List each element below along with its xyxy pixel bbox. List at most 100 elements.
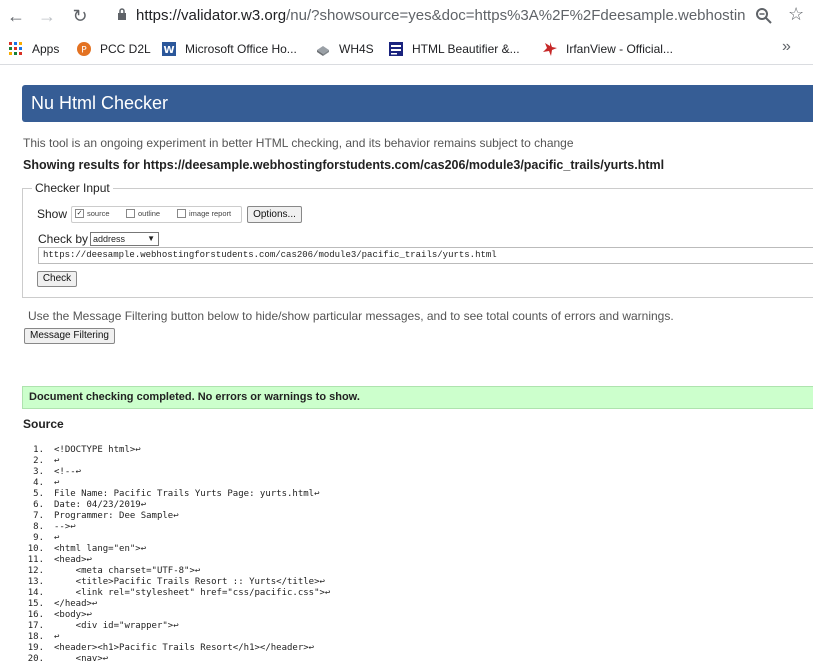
outline-checkbox[interactable] bbox=[126, 209, 135, 218]
success-text: Document checking completed. No errors o… bbox=[29, 391, 360, 403]
line-code: <!DOCTYPE html>↩ bbox=[54, 445, 141, 455]
html-beautifier-icon bbox=[389, 42, 403, 56]
check-by-label: Check by bbox=[38, 232, 89, 246]
source-checkbox[interactable]: ✓ bbox=[75, 209, 84, 218]
line-code: <header><h1>Pacific Trails Resort</h1></… bbox=[54, 643, 315, 653]
check-button[interactable]: Check bbox=[37, 271, 77, 287]
line-code: ↩ bbox=[54, 632, 60, 642]
line-code: <nav>↩ bbox=[54, 654, 109, 664]
filter-note: Use the Message Filtering button below t… bbox=[28, 309, 674, 323]
line-number: 20. bbox=[27, 654, 44, 664]
url-path: /nu/?showsource=yes&doc=https%3A%2F%2Fde… bbox=[286, 7, 746, 24]
line-code: ↩ bbox=[54, 533, 60, 543]
bookmark-html-beautifier[interactable]: HTML Beautifier &... bbox=[388, 40, 520, 58]
line-number: 12. bbox=[27, 566, 44, 576]
irfanview-icon bbox=[543, 42, 557, 56]
bookmark-irfanview[interactable]: IrfanView - Official... bbox=[542, 40, 673, 58]
word-icon: W bbox=[162, 42, 176, 56]
page-header: Nu Html Checker bbox=[22, 85, 813, 122]
line-code: <body>↩ bbox=[54, 610, 92, 620]
forward-icon[interactable]: → bbox=[37, 6, 57, 26]
url-text[interactable]: https://validator.w3.org/nu/?showsource=… bbox=[136, 7, 746, 24]
bookmark-microsoft-office[interactable]: W Microsoft Office Ho... bbox=[161, 40, 297, 58]
image-report-checkbox[interactable] bbox=[177, 209, 186, 218]
source-heading: Source bbox=[23, 417, 64, 431]
line-number: 13. bbox=[27, 577, 44, 587]
pcc-logo-icon: P bbox=[77, 42, 91, 56]
bookmark-label: WH4S bbox=[339, 42, 374, 56]
option-label: outline bbox=[138, 209, 161, 218]
showing-results: Showing results for https://deesample.we… bbox=[23, 158, 665, 172]
check-by-select[interactable]: address ▼ bbox=[90, 232, 159, 246]
url-host: https://validator.w3.org bbox=[136, 7, 287, 24]
success-message: Document checking completed. No errors o… bbox=[22, 386, 813, 409]
line-code: Programmer: Dee Sample↩ bbox=[54, 511, 179, 521]
bookmark-wh4s[interactable]: WH4S bbox=[315, 40, 374, 58]
line-code: <!--↩ bbox=[54, 467, 82, 477]
line-code: <div id="wrapper">↩ bbox=[54, 621, 179, 631]
option-outline[interactable]: outline bbox=[126, 209, 160, 218]
line-number: 6. bbox=[33, 500, 44, 510]
svg-text:P: P bbox=[81, 46, 87, 56]
line-number: 8. bbox=[33, 522, 44, 532]
more-bookmarks-icon[interactable]: » bbox=[782, 38, 791, 56]
bookmark-pcc-d2l[interactable]: P PCC D2L bbox=[76, 40, 151, 58]
dropdown-arrow-icon: ▼ bbox=[147, 234, 155, 243]
line-number: 19. bbox=[27, 643, 44, 653]
message-filtering-button[interactable]: Message Filtering bbox=[24, 328, 115, 344]
reload-icon[interactable]: ↻ bbox=[70, 6, 90, 26]
options-button[interactable]: Options... bbox=[247, 206, 302, 223]
page-title: Nu Html Checker bbox=[31, 93, 169, 113]
line-number: 10. bbox=[27, 544, 44, 554]
line-code: <head>↩ bbox=[54, 555, 92, 565]
line-code: Date: 04/23/2019↩ bbox=[54, 500, 147, 510]
line-code: -->↩ bbox=[54, 522, 76, 532]
line-number: 11. bbox=[27, 555, 44, 565]
line-code: <link rel="stylesheet" href="css/pacific… bbox=[54, 588, 331, 598]
line-number: 4. bbox=[33, 478, 44, 488]
line-number: 9. bbox=[33, 533, 44, 543]
lock-icon bbox=[118, 8, 126, 20]
option-image-report[interactable]: image report bbox=[177, 209, 231, 218]
zoom-icon[interactable] bbox=[755, 7, 773, 25]
line-number: 1. bbox=[33, 445, 44, 455]
line-code: <title>Pacific Trails Resort :: Yurts</t… bbox=[54, 577, 325, 587]
line-code: <html lang="en">↩ bbox=[54, 544, 147, 554]
svg-text:W: W bbox=[163, 45, 174, 56]
bookmarks-bar: Apps P PCC D2L W Microsoft Office Ho... … bbox=[0, 33, 813, 65]
check-by-value: address bbox=[93, 234, 126, 244]
checker-input-legend: Checker Input bbox=[32, 181, 113, 195]
bookmark-star-icon[interactable]: ☆ bbox=[788, 4, 804, 25]
document-url-input[interactable]: https://deesample.webhostingforstudents.… bbox=[38, 247, 813, 264]
bookmark-label: Apps bbox=[32, 42, 60, 56]
line-number: 5. bbox=[33, 489, 44, 499]
line-number: 15. bbox=[27, 599, 44, 609]
line-number: 2. bbox=[33, 456, 44, 466]
bookmark-apps[interactable]: Apps bbox=[8, 40, 59, 58]
back-icon[interactable]: ← bbox=[6, 6, 26, 26]
line-number: 18. bbox=[27, 632, 44, 642]
intro-text: This tool is an ongoing experiment in be… bbox=[23, 136, 574, 150]
line-number: 17. bbox=[27, 621, 44, 631]
line-code: <meta charset="UTF-8">↩ bbox=[54, 566, 201, 576]
line-code: ↩ bbox=[54, 478, 60, 488]
bookmark-label: Microsoft Office Ho... bbox=[185, 42, 297, 56]
option-label: image report bbox=[189, 209, 232, 218]
show-options-group: ✓ source outline image report bbox=[71, 206, 242, 223]
page-content: Nu Html Checker This tool is an ongoing … bbox=[0, 66, 813, 667]
line-number: 3. bbox=[33, 467, 44, 477]
bookmark-label: IrfanView - Official... bbox=[566, 42, 673, 56]
line-code: File Name: Pacific Trails Yurts Page: yu… bbox=[54, 489, 320, 499]
apps-grid-icon bbox=[9, 42, 22, 55]
wh4s-icon bbox=[317, 46, 329, 56]
line-code: ↩ bbox=[54, 456, 60, 466]
line-number: 7. bbox=[33, 511, 44, 521]
line-number: 16. bbox=[27, 610, 44, 620]
option-source[interactable]: ✓ source bbox=[75, 209, 110, 218]
browser-toolbar: ← → ↻ https://validator.w3.org/nu/?shows… bbox=[0, 0, 813, 33]
line-code: </head>↩ bbox=[54, 599, 98, 609]
show-label: Show bbox=[37, 207, 68, 221]
line-number: 14. bbox=[27, 588, 44, 598]
bookmark-label: PCC D2L bbox=[100, 42, 151, 56]
option-label: source bbox=[87, 209, 110, 218]
